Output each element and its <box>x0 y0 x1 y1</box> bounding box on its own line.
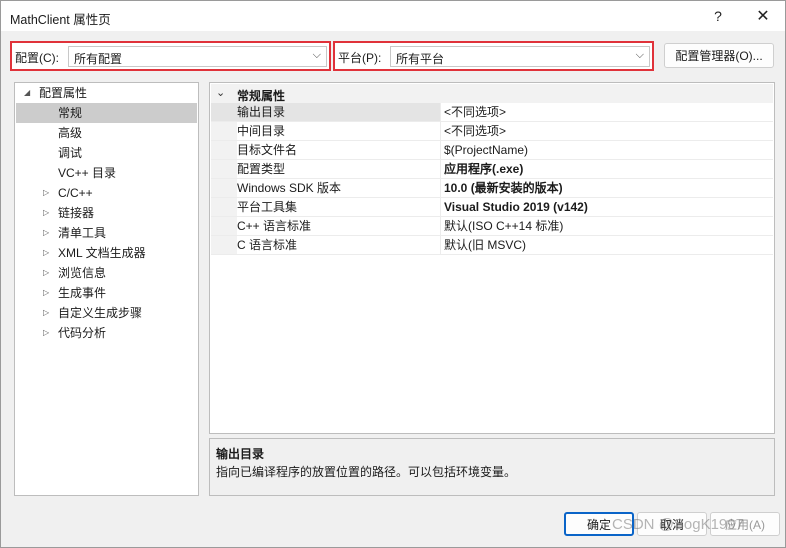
tree-item[interactable]: ▷ 代码分析 <box>16 323 197 343</box>
collapsed-caret-icon[interactable]: ▷ <box>43 183 49 203</box>
help-button[interactable]: ? <box>698 3 738 29</box>
description-title: 输出目录 <box>216 447 265 461</box>
property-row[interactable]: 平台工具集 Visual Studio 2019 (v142) <box>211 198 773 217</box>
configuration-value: 所有配置 <box>74 52 123 66</box>
property-name[interactable]: 平台工具集 <box>211 198 441 217</box>
expanded-caret-icon[interactable]: ◢ <box>24 83 30 103</box>
property-row[interactable]: C++ 语言标准 默认(ISO C++14 标准) <box>211 217 773 236</box>
tree-item-label: C/C++ <box>58 186 93 200</box>
title-bar: MathClient 属性页 ? ✕ <box>1 1 785 31</box>
collapsed-caret-icon[interactable]: ▷ <box>43 283 49 303</box>
property-name[interactable]: 中间目录 <box>211 122 441 141</box>
property-value[interactable]: 默认(ISO C++14 标准) <box>441 217 773 236</box>
tree-item-label: 链接器 <box>58 206 95 220</box>
property-value[interactable]: 默认(旧 MSVC) <box>441 236 773 255</box>
configuration-label: 配置(C): <box>15 51 59 65</box>
property-name[interactable]: C++ 语言标准 <box>211 217 441 236</box>
window-title: MathClient 属性页 <box>10 13 111 27</box>
tree-item[interactable]: VC++ 目录 <box>16 163 197 183</box>
property-row[interactable]: 目标文件名 $(ProjectName) <box>211 141 773 160</box>
chevron-down-icon: ⌄ <box>216 87 226 99</box>
collapsed-caret-icon[interactable]: ▷ <box>43 243 49 263</box>
property-name[interactable]: 配置类型 <box>211 160 441 179</box>
property-name[interactable]: 目标文件名 <box>211 141 441 160</box>
tree-item[interactable]: ◢ 配置属性 <box>16 83 197 103</box>
tree-item[interactable]: ▷ 链接器 <box>16 203 197 223</box>
tree-item[interactable]: ▷ 清单工具 <box>16 223 197 243</box>
close-button[interactable]: ✕ <box>743 3 783 29</box>
property-value[interactable]: <不同选项> <box>441 103 773 122</box>
tree-item-label: 浏览信息 <box>58 266 107 280</box>
collapsed-caret-icon[interactable]: ▷ <box>43 263 49 283</box>
section-header-general[interactable]: ⌄ 常规属性 <box>211 84 773 103</box>
property-row[interactable]: Windows SDK 版本 10.0 (最新安装的版本) <box>211 179 773 198</box>
platform-value: 所有平台 <box>396 52 445 66</box>
description-text: 指向已编译程序的放置位置的路径。可以包括环境变量。 <box>216 465 517 479</box>
tree-item-label: XML 文档生成器 <box>58 246 146 260</box>
property-grid: ⌄ 常规属性 输出目录 <不同选项> 中间目录 <不同选项> 目标文件名 $(Projec… <box>209 82 775 434</box>
tree-item-label: 高级 <box>58 126 83 140</box>
collapsed-caret-icon[interactable]: ▷ <box>43 323 49 343</box>
property-value[interactable]: Visual Studio 2019 (v142) <box>441 198 773 217</box>
chevron-down-icon: ⌵ <box>635 49 644 61</box>
tree-item-label: 自定义生成步骤 <box>58 306 143 320</box>
property-row[interactable]: C 语言标准 默认(旧 MSVC) <box>211 236 773 255</box>
ok-button[interactable]: 确定 <box>564 512 634 536</box>
property-value[interactable]: 应用程序(.exe) <box>441 160 773 179</box>
tree-item-label: 生成事件 <box>58 286 107 300</box>
tree-item[interactable]: ▷ XML 文档生成器 <box>16 243 197 263</box>
tree-item-label: 常规 <box>58 106 83 120</box>
property-row[interactable]: 输出目录 <不同选项> <box>211 103 773 122</box>
platform-selector: 平台(P): 所有平台 ⌵ <box>333 41 654 71</box>
property-name[interactable]: Windows SDK 版本 <box>211 179 441 198</box>
property-row[interactable]: 配置类型 应用程序(.exe) <box>211 160 773 179</box>
property-row[interactable]: 中间目录 <不同选项> <box>211 122 773 141</box>
property-value[interactable]: $(ProjectName) <box>441 141 773 160</box>
tree-item-label: VC++ 目录 <box>58 166 117 180</box>
tree-item-label: 配置属性 <box>39 86 88 100</box>
tree-item[interactable]: ▷ 浏览信息 <box>16 263 197 283</box>
cancel-button[interactable]: 取消 <box>637 512 707 536</box>
property-value[interactable]: <不同选项> <box>441 122 773 141</box>
platform-label: 平台(P): <box>338 51 382 65</box>
property-name[interactable]: C 语言标准 <box>211 236 441 255</box>
collapsed-caret-icon[interactable]: ▷ <box>43 303 49 323</box>
collapsed-caret-icon[interactable]: ▷ <box>43 203 49 223</box>
chevron-down-icon: ⌵ <box>312 49 321 61</box>
platform-dropdown[interactable]: 所有平台 ⌵ <box>390 46 650 67</box>
section-title: 常规属性 <box>237 89 286 103</box>
tree-item[interactable]: 高级 <box>16 123 197 143</box>
tree-item[interactable]: 调试 <box>16 143 197 163</box>
description-panel: 输出目录 指向已编译程序的放置位置的路径。可以包括环境变量。 <box>209 438 775 496</box>
property-pages-dialog: MathClient 属性页 ? ✕ 配置(C): 所有配置 ⌵ 平台(P): … <box>0 0 786 548</box>
apply-button[interactable]: 应用(A) <box>710 512 780 536</box>
tree-item[interactable]: ▷ C/C++ <box>16 183 197 203</box>
configuration-dropdown[interactable]: 所有配置 ⌵ <box>68 46 327 67</box>
tree-item[interactable]: 常规 <box>16 103 197 123</box>
property-value[interactable]: 10.0 (最新安装的版本) <box>441 179 773 198</box>
tree-item-label: 清单工具 <box>58 226 107 240</box>
tree-item-label: 代码分析 <box>58 326 107 340</box>
collapsed-caret-icon[interactable]: ▷ <box>43 223 49 243</box>
property-name[interactable]: 输出目录 <box>211 103 441 122</box>
property-tree: ◢ 配置属性常规高级调试 VC++ 目录 ▷ C/C++ ▷ 链接器 ▷ 清单工具 ▷ XML 文档… <box>14 82 199 496</box>
tree-item[interactable]: ▷ 自定义生成步骤 <box>16 303 197 323</box>
tree-item-label: 调试 <box>58 146 83 160</box>
configuration-manager-button[interactable]: 配置管理器(O)... <box>664 43 774 68</box>
tree-item[interactable]: ▷ 生成事件 <box>16 283 197 303</box>
configuration-selector: 配置(C): 所有配置 ⌵ <box>10 41 331 71</box>
